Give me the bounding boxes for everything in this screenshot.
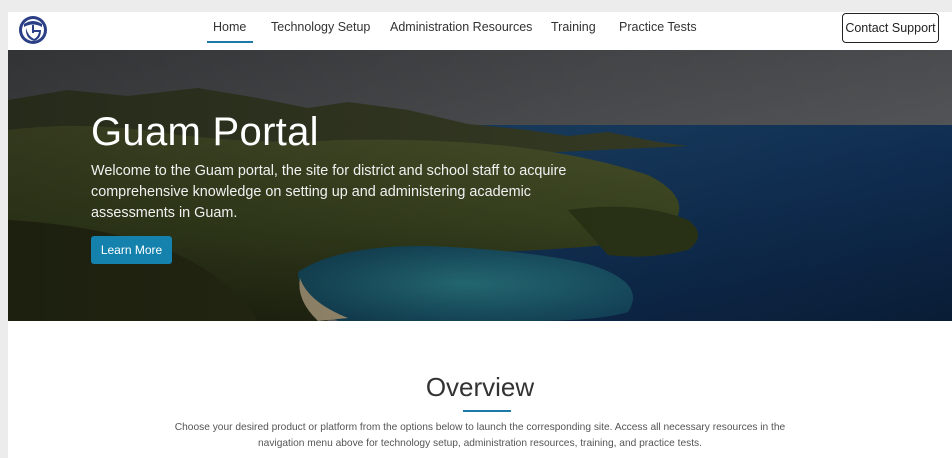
nav-item-training[interactable]: Training: [551, 20, 596, 34]
nav-item-technology-setup[interactable]: Technology Setup: [271, 20, 370, 34]
hero-title: Guam Portal: [91, 110, 319, 154]
nav-item-label: Training: [551, 20, 596, 34]
hero-banner: Guam Portal Welcome to the Guam portal, …: [8, 50, 952, 321]
overview-divider: [463, 410, 511, 412]
top-navbar: Home Technology Setup Administration Res…: [8, 12, 952, 50]
nav-item-administration-resources[interactable]: Administration Resources: [390, 20, 532, 34]
contact-support-button[interactable]: Contact Support: [842, 13, 939, 43]
nav-item-practice-tests[interactable]: Practice Tests: [619, 20, 697, 34]
active-nav-underline: [207, 41, 254, 43]
hero-description: Welcome to the Guam portal, the site for…: [91, 163, 567, 221]
nav-item-label: Practice Tests: [619, 20, 697, 34]
overview-description: Choose your desired product or platform …: [174, 422, 786, 449]
nav-item-label: Home: [213, 20, 247, 34]
overview-heading: Overview: [425, 372, 535, 402]
nav-item-label: Technology Setup: [271, 20, 371, 34]
page-frame: Home Technology Setup Administration Res…: [8, 12, 952, 458]
nav-item-label: Administration Resources: [390, 20, 533, 34]
learn-more-button[interactable]: Learn More: [91, 236, 172, 264]
main-nav: Home Technology Setup Administration Res…: [8, 12, 952, 50]
nav-item-home[interactable]: Home: [207, 20, 254, 43]
